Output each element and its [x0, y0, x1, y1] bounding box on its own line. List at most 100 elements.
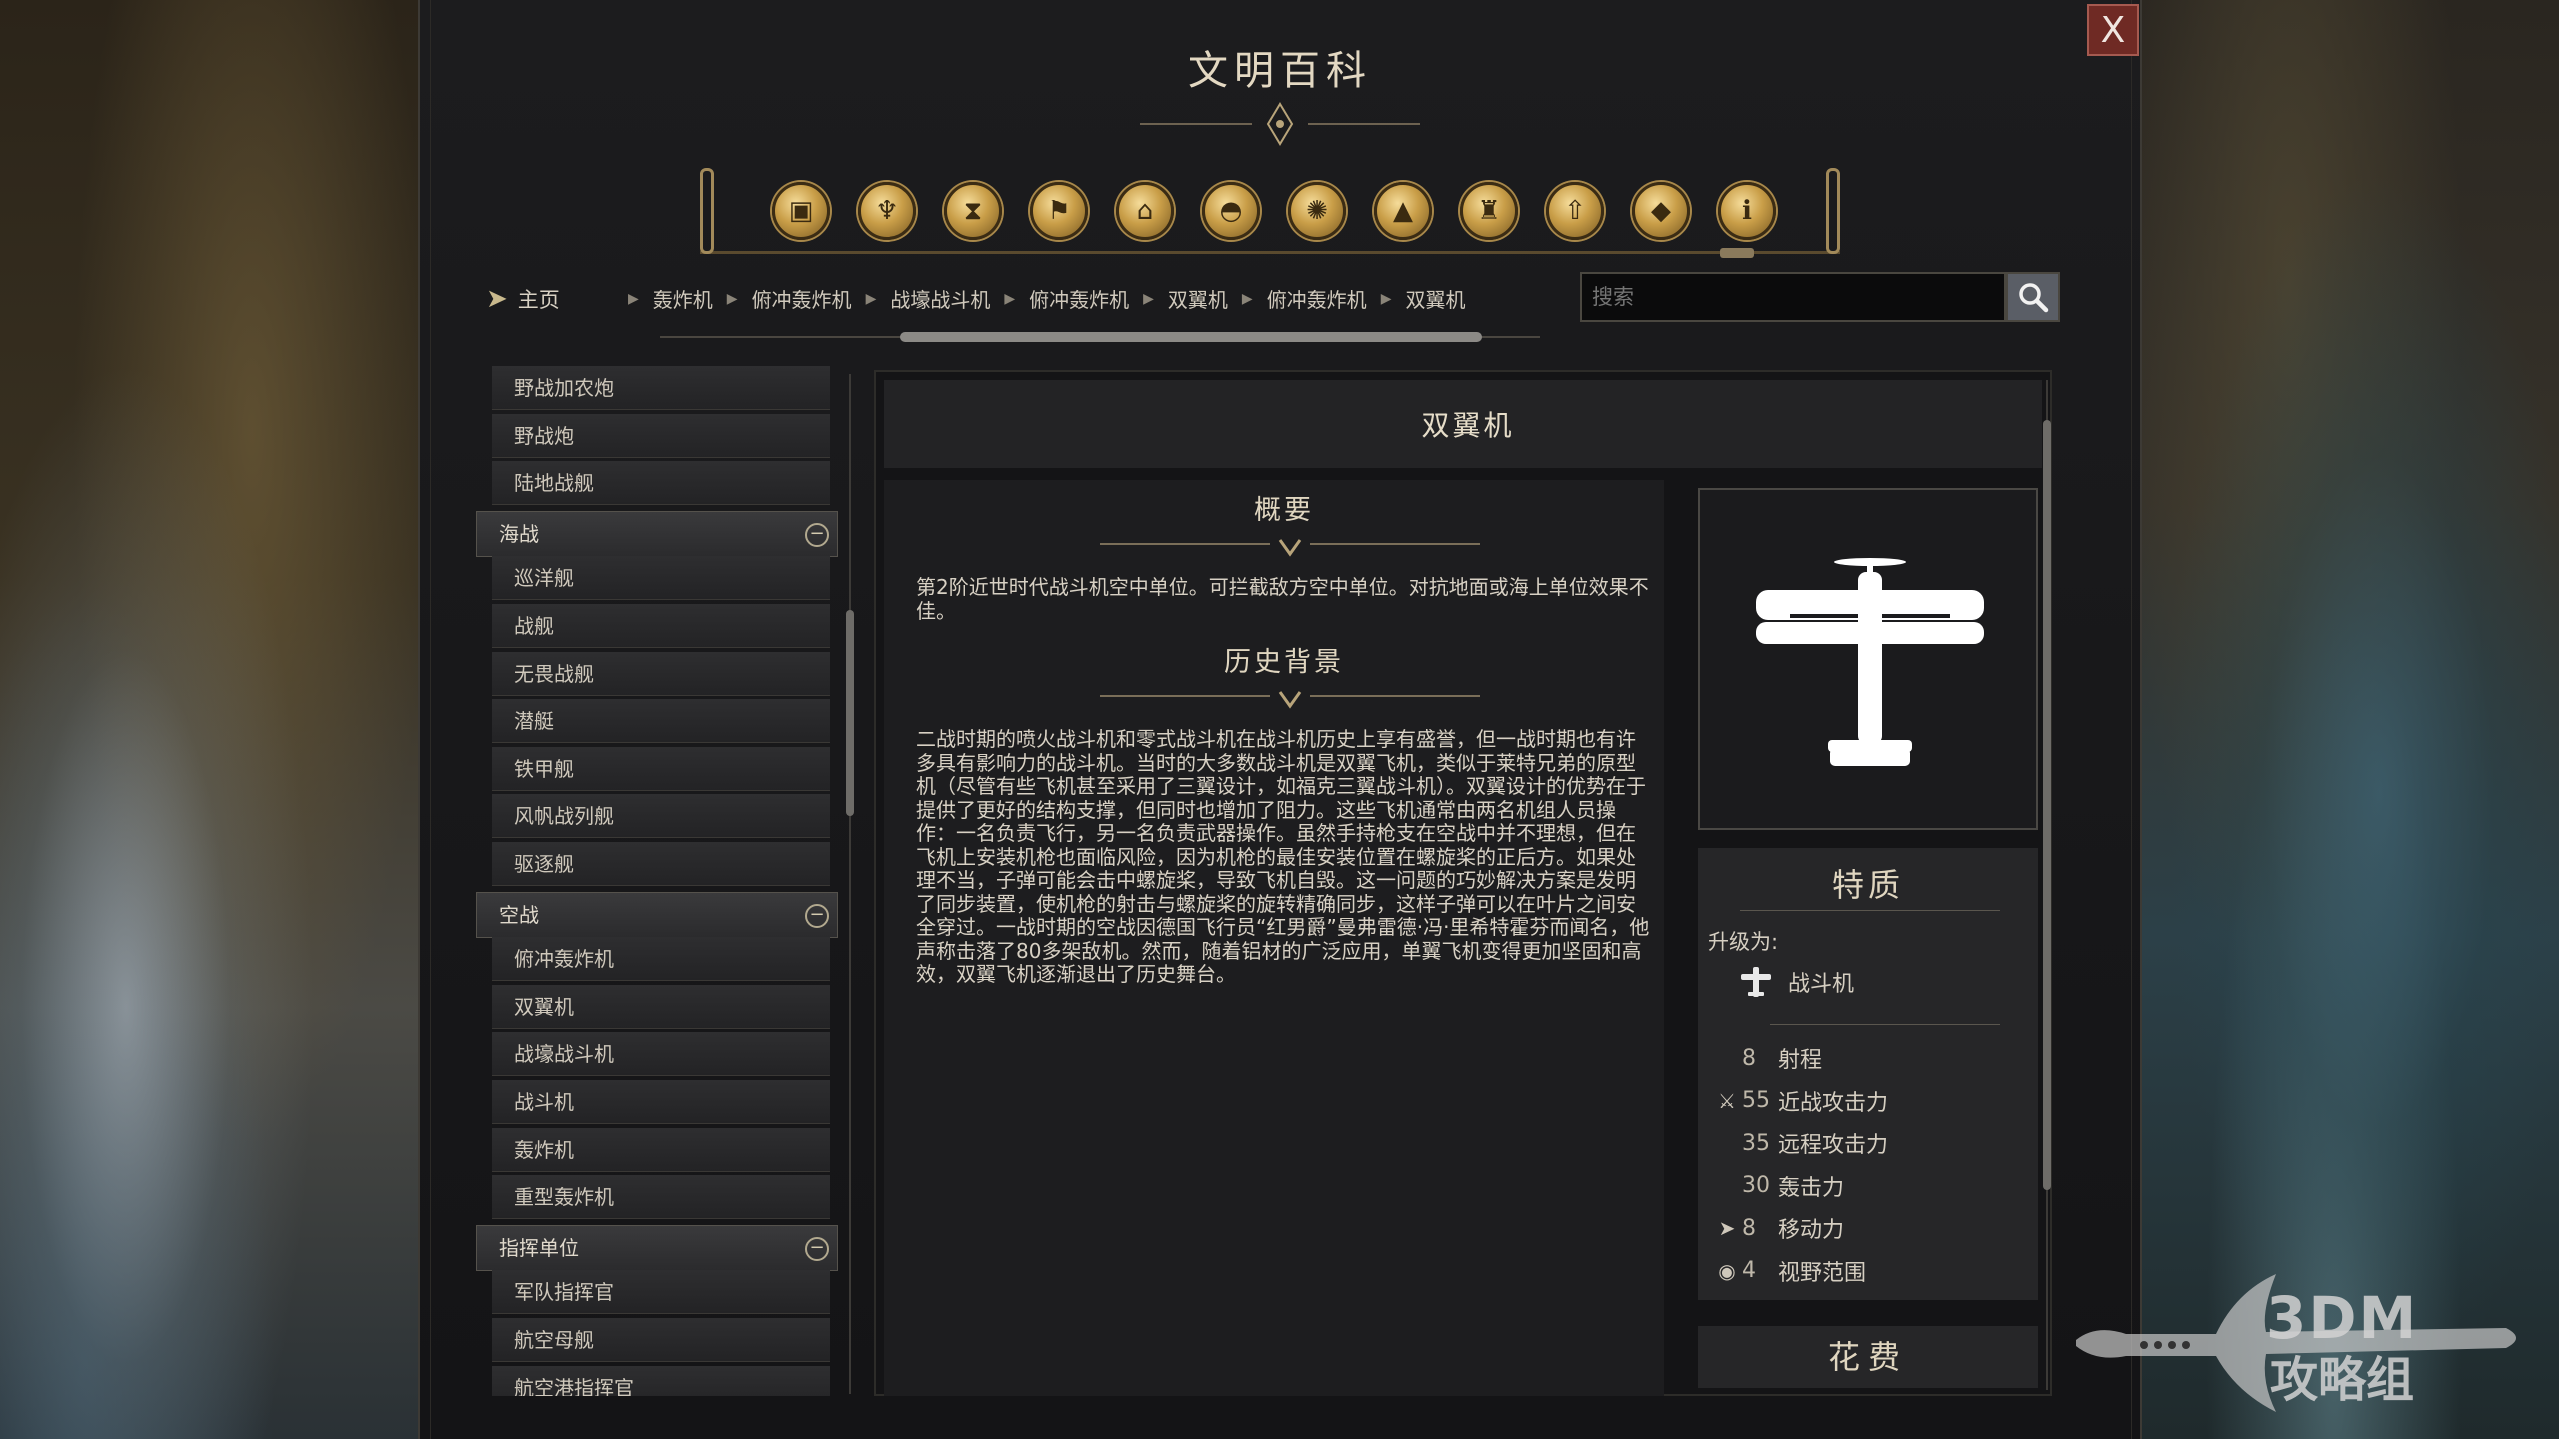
list-item-label: 指挥单位: [499, 1235, 579, 1260]
stat-label: 近战攻击力: [1778, 1090, 1889, 1116]
breadcrumb: ▶ 轰炸机 ▶ 俯冲轰炸机 ▶ 战壕战斗机 ▶ 俯冲轰炸机 ▶ 双翼机 ▶ 俯冲轰炸机 ▶ 双翼机: [628, 284, 1465, 313]
stat-row: ➤ 8 移动力: [1712, 1212, 1844, 1244]
traits-divider: [1740, 910, 2000, 911]
breadcrumb-separator-icon: ▶: [865, 290, 877, 307]
list-item[interactable]: 铁甲舰: [492, 746, 830, 791]
detail-scrollbar[interactable]: [2040, 380, 2054, 1390]
chalice-icon[interactable]: ♆: [858, 182, 916, 240]
list-item[interactable]: 陆地战舰: [492, 461, 830, 506]
breadcrumb-item[interactable]: 俯冲轰炸机: [1267, 284, 1367, 313]
list-item-label: 军队指挥官: [514, 1280, 614, 1305]
breadcrumb-item[interactable]: 双翼机: [1168, 284, 1228, 313]
list-item[interactable]: 无畏战舰: [492, 651, 830, 696]
breadcrumb-separator-icon: ▶: [1004, 290, 1016, 307]
home-label: 主页: [517, 288, 560, 312]
stat-label: 射程: [1778, 1048, 1823, 1073]
breadcrumb-item[interactable]: 俯冲轰炸机: [1029, 284, 1129, 313]
home-link[interactable]: ➤ 主页: [486, 284, 560, 314]
search-input[interactable]: [1580, 272, 2006, 322]
list-item-label: 空战: [499, 902, 539, 927]
list-item-label: 铁甲舰: [514, 756, 574, 781]
list-item[interactable]: 战斗机: [492, 1080, 830, 1124]
list-item[interactable]: 驱逐舰: [492, 842, 830, 886]
list-item-label: 陆地战舰: [514, 471, 594, 496]
list-item-label: 无畏战舰: [514, 661, 594, 686]
list-item[interactable]: 风帆战列舰: [492, 794, 830, 839]
breadcrumb-item[interactable]: 双翼机: [1405, 284, 1465, 313]
search-button[interactable]: [2006, 272, 2060, 322]
list-item[interactable]: 重型轰炸机: [492, 1175, 830, 1220]
tower-icon[interactable]: ♜: [1460, 182, 1518, 240]
crate-icon[interactable]: ▣: [772, 182, 830, 240]
detail-scroll-thumb[interactable]: [2043, 420, 2051, 1190]
traits-divider-2: [1770, 1024, 2000, 1025]
up-arrow-icon[interactable]: ⇧: [1546, 182, 1604, 240]
stat-label: 远程攻击力: [1778, 1133, 1889, 1158]
category-bar: ▣ ♆ ⧗ ⚑ ⌂ ◓ ✺ ▲ ♜ ⇧ ◆ ℹ: [700, 168, 1840, 258]
breadcrumb-separator-icon: ▶: [1380, 290, 1392, 307]
upgrade-link-fighter[interactable]: 战斗机: [1738, 964, 1854, 1000]
dome-icon[interactable]: ◓: [1202, 182, 1260, 240]
list-item-label: 战壕战斗机: [514, 1042, 614, 1067]
stat-value: 8: [1742, 1215, 1756, 1241]
collapse-icon[interactable]: −: [805, 522, 829, 547]
overview-heading: 概要: [1254, 495, 1314, 526]
museum-icon[interactable]: ⌂: [1116, 182, 1174, 240]
breadcrumb-item[interactable]: 战壕战斗机: [890, 284, 990, 313]
list-item-label: 巡洋舰: [514, 566, 574, 591]
list-item-label: 战斗机: [514, 1090, 574, 1114]
upgrade-target-label: 战斗机: [1788, 972, 1855, 997]
stat-value: 4: [1742, 1258, 1756, 1283]
breadcrumb-item[interactable]: 俯冲轰炸机: [752, 284, 852, 313]
stat-row: ◉ 4 视野范围: [1712, 1255, 1866, 1287]
background-map-left: [0, 0, 420, 1439]
list-item[interactable]: 战壕战斗机: [492, 1032, 830, 1077]
stat-value: 30: [1742, 1173, 1770, 1198]
breadcrumb-scroll-thumb[interactable]: [900, 332, 1482, 342]
list-scrollbar[interactable]: [843, 374, 857, 1394]
list-item[interactable]: 军队指挥官: [492, 1270, 830, 1315]
list-item[interactable]: 野战加农炮: [492, 366, 830, 410]
info-icon[interactable]: ℹ: [1718, 182, 1776, 240]
list-item-label: 航空港指挥官: [514, 1375, 634, 1396]
list-item[interactable]: 俯冲轰炸机: [492, 937, 830, 982]
list-item-label: 双翼机: [514, 994, 574, 1019]
list-group-header[interactable]: 海战 −: [476, 510, 838, 557]
upgrade-label: 升级为:: [1708, 930, 1779, 954]
list-item[interactable]: 航空港指挥官: [492, 1365, 830, 1396]
list-item[interactable]: 巡洋舰: [492, 556, 830, 601]
history-ornament: [1100, 691, 1480, 709]
overview-text: 第2阶近世时代战斗机空中单位。可拦截敌方空中单位。对抗地面或海上单位效果不佳。: [916, 575, 1649, 623]
breadcrumb-scrollbar[interactable]: [660, 330, 1540, 344]
list-item[interactable]: 野战炮: [492, 413, 830, 458]
list-item-label: 野战加农炮: [514, 376, 614, 400]
stat-label: 移动力: [1778, 1218, 1845, 1243]
atom-icon[interactable]: ✺: [1288, 182, 1346, 240]
list-scroll-thumb[interactable]: [846, 610, 854, 816]
list-item-label: 风帆战列舰: [514, 804, 614, 829]
unit-list: 野战加农炮野战炮陆地战舰海战 − 巡洋舰战舰无畏战舰潜艇铁甲舰风帆战列舰驱逐舰空战 −…: [476, 366, 840, 1396]
book-icon[interactable]: ◆: [1632, 182, 1690, 240]
overview-ornament: [1100, 539, 1480, 557]
hourglass-icon[interactable]: ⧗: [944, 182, 1002, 240]
breadcrumb-item[interactable]: 轰炸机: [653, 284, 713, 313]
back-arrow-icon: ➤: [486, 284, 508, 314]
list-group-header[interactable]: 空战 −: [476, 891, 838, 938]
list-item[interactable]: 航空母舰: [492, 1318, 830, 1362]
list-item[interactable]: 轰炸机: [492, 1127, 830, 1172]
close-button[interactable]: X: [2087, 4, 2139, 56]
stat-label: 视野范围: [1778, 1260, 1867, 1286]
collapse-icon[interactable]: −: [805, 1236, 829, 1261]
list-group-header[interactable]: 指挥单位 −: [476, 1224, 838, 1271]
list-item[interactable]: 战舰: [492, 604, 830, 648]
page-title: 文明百科: [1188, 48, 1372, 94]
movement-icon: ➤: [1718, 1216, 1736, 1240]
melee-icon: ⚔: [1718, 1088, 1736, 1113]
active-category-marker: [1720, 248, 1754, 258]
list-item[interactable]: 双翼机: [492, 984, 830, 1029]
stat-row: ⚔ 55 近战攻击力: [1712, 1085, 1888, 1117]
mountain-icon[interactable]: ▲: [1374, 182, 1432, 240]
collapse-icon[interactable]: −: [805, 903, 829, 928]
flag-icon[interactable]: ⚑: [1030, 182, 1088, 240]
list-item[interactable]: 潜艇: [492, 699, 830, 744]
